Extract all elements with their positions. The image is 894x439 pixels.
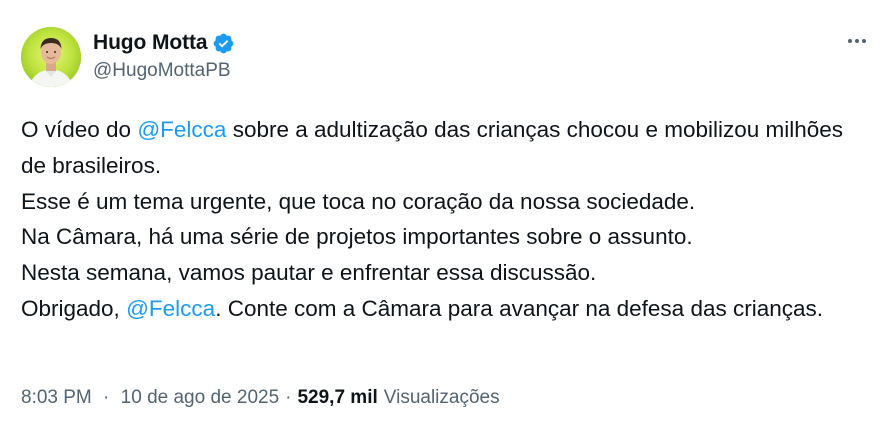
- tweet-meta: 8:03 PM · 10 de ago de 2025 · 529,7 mil …: [21, 387, 500, 409]
- mention-link[interactable]: @Felcca: [137, 117, 226, 142]
- tweet-text-segment: sobre a adultização das crianças chocou …: [21, 117, 844, 321]
- meta-separator: ·: [103, 387, 110, 408]
- more-options-button[interactable]: [844, 28, 870, 54]
- views-count: 529,7 mil: [297, 387, 378, 408]
- person-avatar-icon: [21, 27, 81, 87]
- tweet-text-segment: O vídeo do: [21, 117, 138, 142]
- verified-badge-icon[interactable]: [212, 32, 235, 55]
- tweet-date: 10 de ago de 2025: [120, 387, 280, 408]
- tweet-time: 8:03 PM: [21, 387, 92, 408]
- author-handle[interactable]: @HugoMottaPB: [93, 60, 231, 82]
- author-display-name[interactable]: Hugo Motta: [93, 31, 208, 55]
- tweet-text: O vídeo do @Felcca sobre a adultização d…: [21, 112, 871, 327]
- meta-separator: ·: [285, 387, 292, 408]
- tweet-timestamp[interactable]: 8:03 PM · 10 de ago de 2025: [21, 387, 279, 409]
- tweet-card: Hugo Motta @HugoMottaPB O vídeo do @Felc…: [0, 0, 894, 439]
- author-name-row: Hugo Motta: [93, 29, 235, 57]
- mention-link[interactable]: @Felcca: [126, 296, 215, 321]
- more-horizontal-icon: [848, 39, 852, 43]
- avatar[interactable]: [21, 27, 81, 87]
- more-dot: [855, 39, 859, 43]
- views-label: Visualizações: [383, 387, 500, 408]
- tweet-text-segment: . Conte com a Câmara para avançar na def…: [215, 295, 824, 321]
- more-dot: [862, 39, 866, 43]
